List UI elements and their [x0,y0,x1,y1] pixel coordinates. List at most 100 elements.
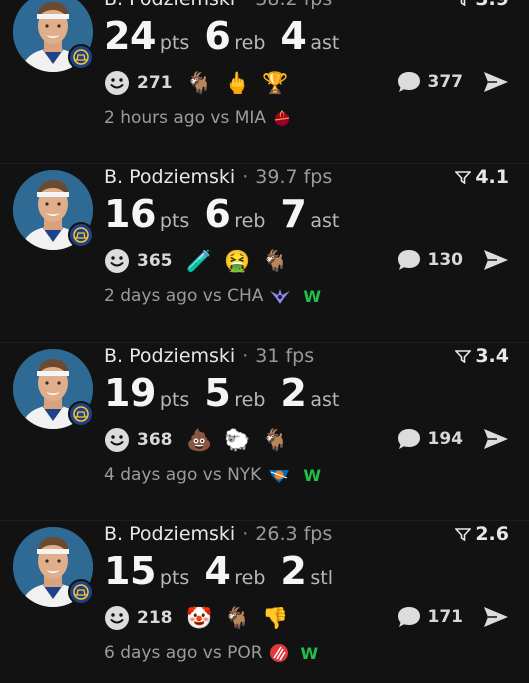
team-logo-icon [68,579,94,605]
comment-share-row: 171 [396,605,510,629]
filter-icon [455,171,472,184]
time-and-opponent[interactable]: 6 days ago vs POR [104,643,263,663]
send-arrow-icon[interactable] [483,605,509,629]
speech-bubble-icon[interactable] [396,605,422,629]
stat-unit: pts [159,210,190,232]
score-value: 3.9 [475,0,509,10]
smiley-icon[interactable] [104,605,130,631]
player-post-card[interactable]: B. Podziemski · 38.2 fps 3.9 24pts 6reb 4ast… [0,0,529,164]
stat-unit: ast [310,389,340,411]
send-arrow-icon[interactable] [483,248,509,272]
send-arrow-icon[interactable] [483,70,509,94]
stat-value: 4 [280,14,307,58]
knicks-logo-icon [267,466,291,484]
filter-icon [455,350,472,363]
stat-unit: pts [159,32,190,54]
reaction-emojis: 🐐 🖕 🏆 [186,70,301,96]
team-logo-icon [68,222,94,248]
player-post-card[interactable]: B. Podziemski · 39.7 fps 4.1 16 pts 6 reb 7 ast… [0,163,529,342]
reaction-row: 368 💩 🐑 🐐 [104,427,301,453]
stat-line: 16 pts 6 reb 7 ast [104,192,354,236]
reaction-emoji[interactable]: 🤮 [224,248,250,274]
stat-value: 15 [104,549,156,593]
post-feed: B. Podziemski·38.2 fps 3.9 24pts6reb4ast… [0,0,529,683]
stat-value: 19 [104,371,156,415]
reaction-emoji[interactable]: 🐑 [224,427,250,453]
reaction-emoji[interactable]: 🐐 [224,605,250,631]
reaction-emoji[interactable]: 🐐 [186,70,212,96]
post-header: B. Podziemski · 39.7 fps [104,166,332,188]
player-name[interactable]: B. Podziemski [104,523,235,545]
separator-dot: · [242,166,249,188]
smiley-icon[interactable] [104,248,130,274]
comment-count[interactable]: 194 [428,429,464,449]
stat-unit: reb [234,567,266,589]
reaction-count: 218 [137,608,173,628]
stat-value: 24 [104,14,156,58]
player-name[interactable]: B. Podziemski [104,166,235,188]
reaction-emoji[interactable]: 🧪 [186,248,212,274]
stat-line: 19 pts 5 reb 2 ast [104,371,354,415]
stat-unit: pts [159,389,190,411]
reaction-count: 271 [137,73,173,93]
stat-unit: reb [234,210,266,232]
reaction-emojis: 🤡 🐐 👎 [186,605,301,631]
separator-dot: · [242,523,249,545]
filter-icon [460,0,466,6]
game-info: 4 days ago vs NYK W [104,465,321,485]
reaction-emoji[interactable]: 🖕 [224,70,250,96]
reaction-count: 365 [137,251,173,271]
comment-count[interactable]: 171 [428,607,464,627]
reaction-emoji[interactable]: 🐐 [262,427,288,453]
stat-value: 6 [204,192,231,236]
comment-share-row: 377 [396,70,510,94]
reaction-emoji[interactable]: 🐐 [262,248,288,274]
reaction-row: 271 🐐 🖕 🏆 [104,70,301,96]
stat-unit: ast [310,32,340,54]
fps-value: 26.3 fps [255,523,333,545]
stat-line: 24 pts 6 reb 4 ast [104,14,354,58]
player-post-card[interactable]: B. Podziemski · 26.3 fps 2.6 15 pts 4 reb 2 stl… [0,520,529,683]
game-result-badge: W [303,286,322,306]
reaction-count: 368 [137,430,173,450]
score-value: 3.4 [475,345,509,367]
filter-icon [455,528,472,541]
fps-value: 38.2 fps [255,0,332,10]
speech-bubble-icon[interactable] [396,427,422,451]
stat-value: 6 [204,14,231,58]
time-and-opponent[interactable]: 2 hours ago vs MIA [104,108,266,128]
smiley-icon[interactable] [104,70,130,96]
post-header: B. Podziemski · 26.3 fps [104,523,332,545]
reaction-emojis: 🧪 🤮 🐐 [186,248,301,274]
score-rating: 4.1 [455,166,509,188]
game-info: 2 hours ago vs MIA [104,108,304,128]
smiley-icon[interactable] [104,427,130,453]
player-name[interactable]: B. Podziemski [104,0,235,10]
reaction-row: 218 🤡 🐐 👎 [104,605,301,631]
blazers-logo-icon [269,643,289,663]
game-result-badge: W [300,643,319,663]
reaction-emoji[interactable]: 🤡 [186,605,212,631]
game-info: 2 days ago vs CHA W [104,286,321,306]
reaction-emoji[interactable]: 💩 [186,427,212,453]
stat-value: 5 [204,371,231,415]
reaction-emoji[interactable]: 👎 [262,605,288,631]
heat-logo-icon [272,109,292,127]
speech-bubble-icon[interactable] [396,248,422,272]
comment-count[interactable]: 130 [428,250,464,270]
team-logo-icon [68,401,94,427]
player-post-card[interactable]: B. Podziemski · 31 fps 3.4 19 pts 5 reb 2 ast 3… [0,342,529,521]
send-arrow-icon[interactable] [483,427,509,451]
fps-value: 31 fps [255,345,315,367]
stat-unit: reb [234,32,266,54]
reaction-emojis: 💩 🐑 🐐 [186,427,301,453]
time-and-opponent[interactable]: 2 days ago vs CHA [104,286,263,306]
stat-value: 4 [204,549,231,593]
time-and-opponent[interactable]: 4 days ago vs NYK [104,465,261,485]
stat-value: 7 [280,192,307,236]
comment-count[interactable]: 377 [428,72,464,92]
stat-unit: reb [234,389,266,411]
speech-bubble-icon[interactable] [396,70,422,94]
player-name[interactable]: B. Podziemski [104,345,235,367]
reaction-emoji[interactable]: 🏆 [262,70,288,96]
